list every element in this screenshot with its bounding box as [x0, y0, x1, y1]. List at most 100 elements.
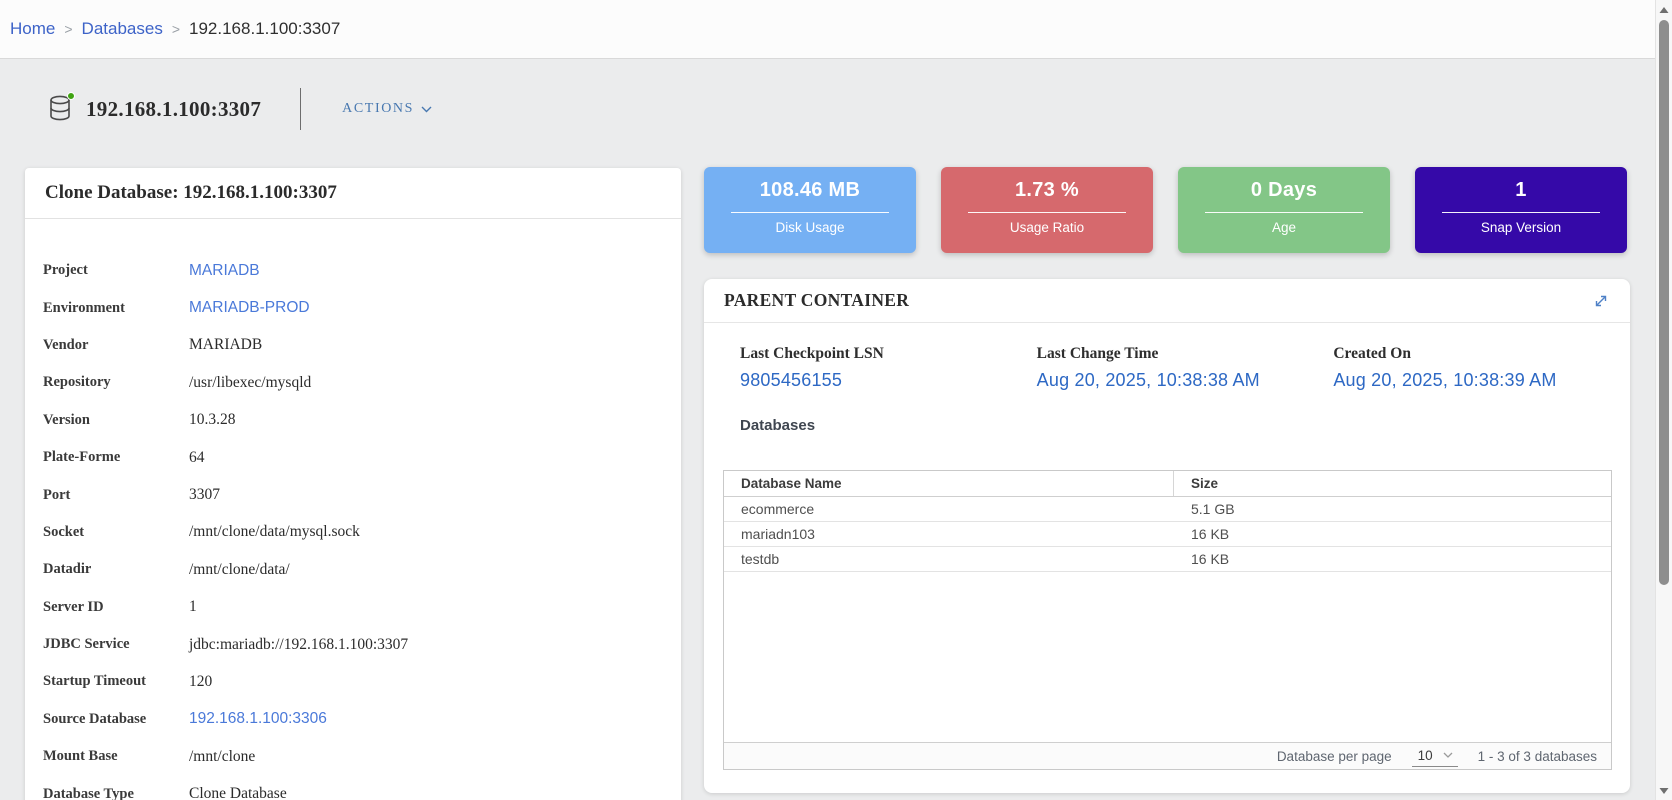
snap-version-value: 1 — [1415, 179, 1627, 202]
info-value: Aug 20, 2025, 10:38:38 AM — [1037, 370, 1334, 391]
card-divider — [1442, 212, 1600, 213]
property-label: Source Database — [43, 711, 189, 728]
project-link[interactable]: MARIADB — [189, 262, 260, 280]
property-row-mount-base: Mount Base /mnt/clone — [43, 738, 661, 775]
breadcrumb-home-link[interactable]: Home — [10, 19, 55, 39]
clone-panel-title: Clone Database: 192.168.1.100:3307 — [25, 168, 681, 219]
page-title: 192.168.1.100:3307 — [86, 97, 261, 122]
database-name-cell: testdb — [724, 547, 1174, 571]
expand-icon — [1592, 292, 1610, 310]
status-online-dot — [67, 92, 75, 100]
property-row-server-id: Server ID 1 — [43, 589, 661, 626]
clone-panel-properties: Project MARIADB Environment MARIADB-PROD… — [25, 219, 681, 800]
table-pagination: Database per page 10 1 - 3 of 3 database… — [724, 742, 1611, 769]
property-label: Project — [43, 262, 189, 279]
chevron-down-icon — [1443, 752, 1453, 759]
property-value: jdbc:mariadb://192.168.1.100:3307 — [189, 636, 408, 654]
age-value: 0 Days — [1178, 179, 1390, 202]
property-value: /mnt/clone/data/mysql.sock — [189, 523, 360, 541]
usage-ratio-value: 1.73 % — [941, 179, 1153, 202]
property-value: 1 — [189, 598, 197, 616]
size-cell: 16 KB — [1174, 547, 1611, 571]
property-row-source-database: Source Database 192.168.1.100:3306 — [43, 701, 661, 738]
databases-section-label: Databases — [740, 417, 1630, 434]
size-cell: 16 KB — [1174, 522, 1611, 546]
last-checkpoint-lsn: Last Checkpoint LSN 9805456155 — [740, 345, 1037, 391]
scrollbar-thumb[interactable] — [1659, 20, 1669, 585]
source-database-link[interactable]: 192.168.1.100:3306 — [189, 710, 327, 728]
property-row-database-type: Database Type Clone Database — [43, 775, 661, 800]
property-label: Socket — [43, 524, 189, 541]
database-icon — [48, 94, 74, 124]
property-row-port: Port 3307 — [43, 476, 661, 513]
scroll-down-arrow-icon[interactable] — [1659, 787, 1669, 795]
per-page-label: Database per page — [1277, 749, 1392, 764]
column-header-database-name[interactable]: Database Name — [724, 471, 1174, 496]
card-divider — [731, 212, 889, 213]
property-label: Database Type — [43, 786, 189, 800]
info-label: Last Change Time — [1037, 345, 1334, 363]
chevron-down-icon — [421, 106, 432, 113]
property-row-environment: Environment MARIADB-PROD — [43, 289, 661, 326]
property-row-repository: Repository /usr/libexec/mysqld — [43, 364, 661, 401]
breadcrumb-bar: Home > Databases > 192.168.1.100:3307 — [0, 0, 1655, 59]
property-label: Datadir — [43, 561, 189, 578]
table-empty-area — [724, 572, 1611, 742]
usage-ratio-card: 1.73 % Usage Ratio — [941, 167, 1153, 253]
info-value: Aug 20, 2025, 10:38:39 AM — [1333, 370, 1630, 391]
info-label: Created On — [1333, 345, 1630, 363]
disk-usage-label: Disk Usage — [704, 220, 916, 235]
card-divider — [968, 212, 1126, 213]
card-divider — [1205, 212, 1363, 213]
scroll-up-arrow-icon[interactable] — [1659, 6, 1669, 14]
property-row-jdbc-service: JDBC Service jdbc:mariadb://192.168.1.10… — [43, 626, 661, 663]
database-name-cell: mariadn103 — [724, 522, 1174, 546]
parent-container-panel: PARENT CONTAINER Last Checkpoint LSN 980… — [704, 279, 1630, 793]
parent-container-title: PARENT CONTAINER — [724, 290, 909, 311]
property-row-project: Project MARIADB — [43, 252, 661, 289]
per-page-select[interactable]: 10 — [1412, 746, 1458, 767]
property-value: /mnt/clone — [189, 748, 255, 766]
property-value: 64 — [189, 449, 205, 467]
stat-cards-row: 108.46 MB Disk Usage 1.73 % Usage Ratio … — [704, 167, 1627, 253]
parent-info-row: Last Checkpoint LSN 9805456155 Last Chan… — [704, 323, 1630, 391]
property-value: 120 — [189, 673, 212, 691]
property-label: JDBC Service — [43, 636, 189, 653]
pagination-range-label: 1 - 3 of 3 databases — [1478, 749, 1597, 764]
usage-ratio-label: Usage Ratio — [941, 220, 1153, 235]
clone-database-panel: Clone Database: 192.168.1.100:3307 Proje… — [25, 168, 681, 800]
property-row-plate-forme: Plate-Forme 64 — [43, 439, 661, 476]
property-label: Version — [43, 412, 189, 429]
property-value: /mnt/clone/data/ — [189, 561, 290, 579]
entity-header: 192.168.1.100:3307 ACTIONS — [48, 88, 432, 130]
actions-label: ACTIONS — [342, 101, 414, 117]
property-row-datadir: Datadir /mnt/clone/data/ — [43, 551, 661, 588]
header-divider — [300, 88, 301, 130]
property-value: Clone Database — [189, 785, 287, 800]
last-change-time: Last Change Time Aug 20, 2025, 10:38:38 … — [1037, 345, 1334, 391]
expand-button[interactable] — [1592, 292, 1610, 310]
property-row-socket: Socket /mnt/clone/data/mysql.sock — [43, 514, 661, 551]
snap-version-card: 1 Snap Version — [1415, 167, 1627, 253]
property-label: Plate-Forme — [43, 449, 189, 466]
property-label: Server ID — [43, 599, 189, 616]
size-cell: 5.1 GB — [1174, 497, 1611, 521]
table-row[interactable]: testdb 16 KB — [724, 547, 1611, 572]
parent-container-header: PARENT CONTAINER — [704, 279, 1630, 323]
age-card: 0 Days Age — [1178, 167, 1390, 253]
property-value: /usr/libexec/mysqld — [189, 374, 311, 392]
breadcrumb-databases-link[interactable]: Databases — [82, 19, 163, 39]
actions-dropdown-button[interactable]: ACTIONS — [342, 101, 432, 117]
column-header-size[interactable]: Size — [1174, 471, 1611, 496]
disk-usage-value: 108.46 MB — [704, 179, 916, 202]
environment-link[interactable]: MARIADB-PROD — [189, 299, 310, 317]
table-row[interactable]: ecommerce 5.1 GB — [724, 497, 1611, 522]
breadcrumb: Home > Databases > 192.168.1.100:3307 — [10, 19, 340, 39]
per-page-value: 10 — [1418, 748, 1433, 763]
vertical-scrollbar[interactable] — [1655, 0, 1672, 800]
table-row[interactable]: mariadn103 16 KB — [724, 522, 1611, 547]
disk-usage-card: 108.46 MB Disk Usage — [704, 167, 916, 253]
property-label: Repository — [43, 374, 189, 391]
info-value: 9805456155 — [740, 370, 1037, 391]
snap-version-label: Snap Version — [1415, 220, 1627, 235]
